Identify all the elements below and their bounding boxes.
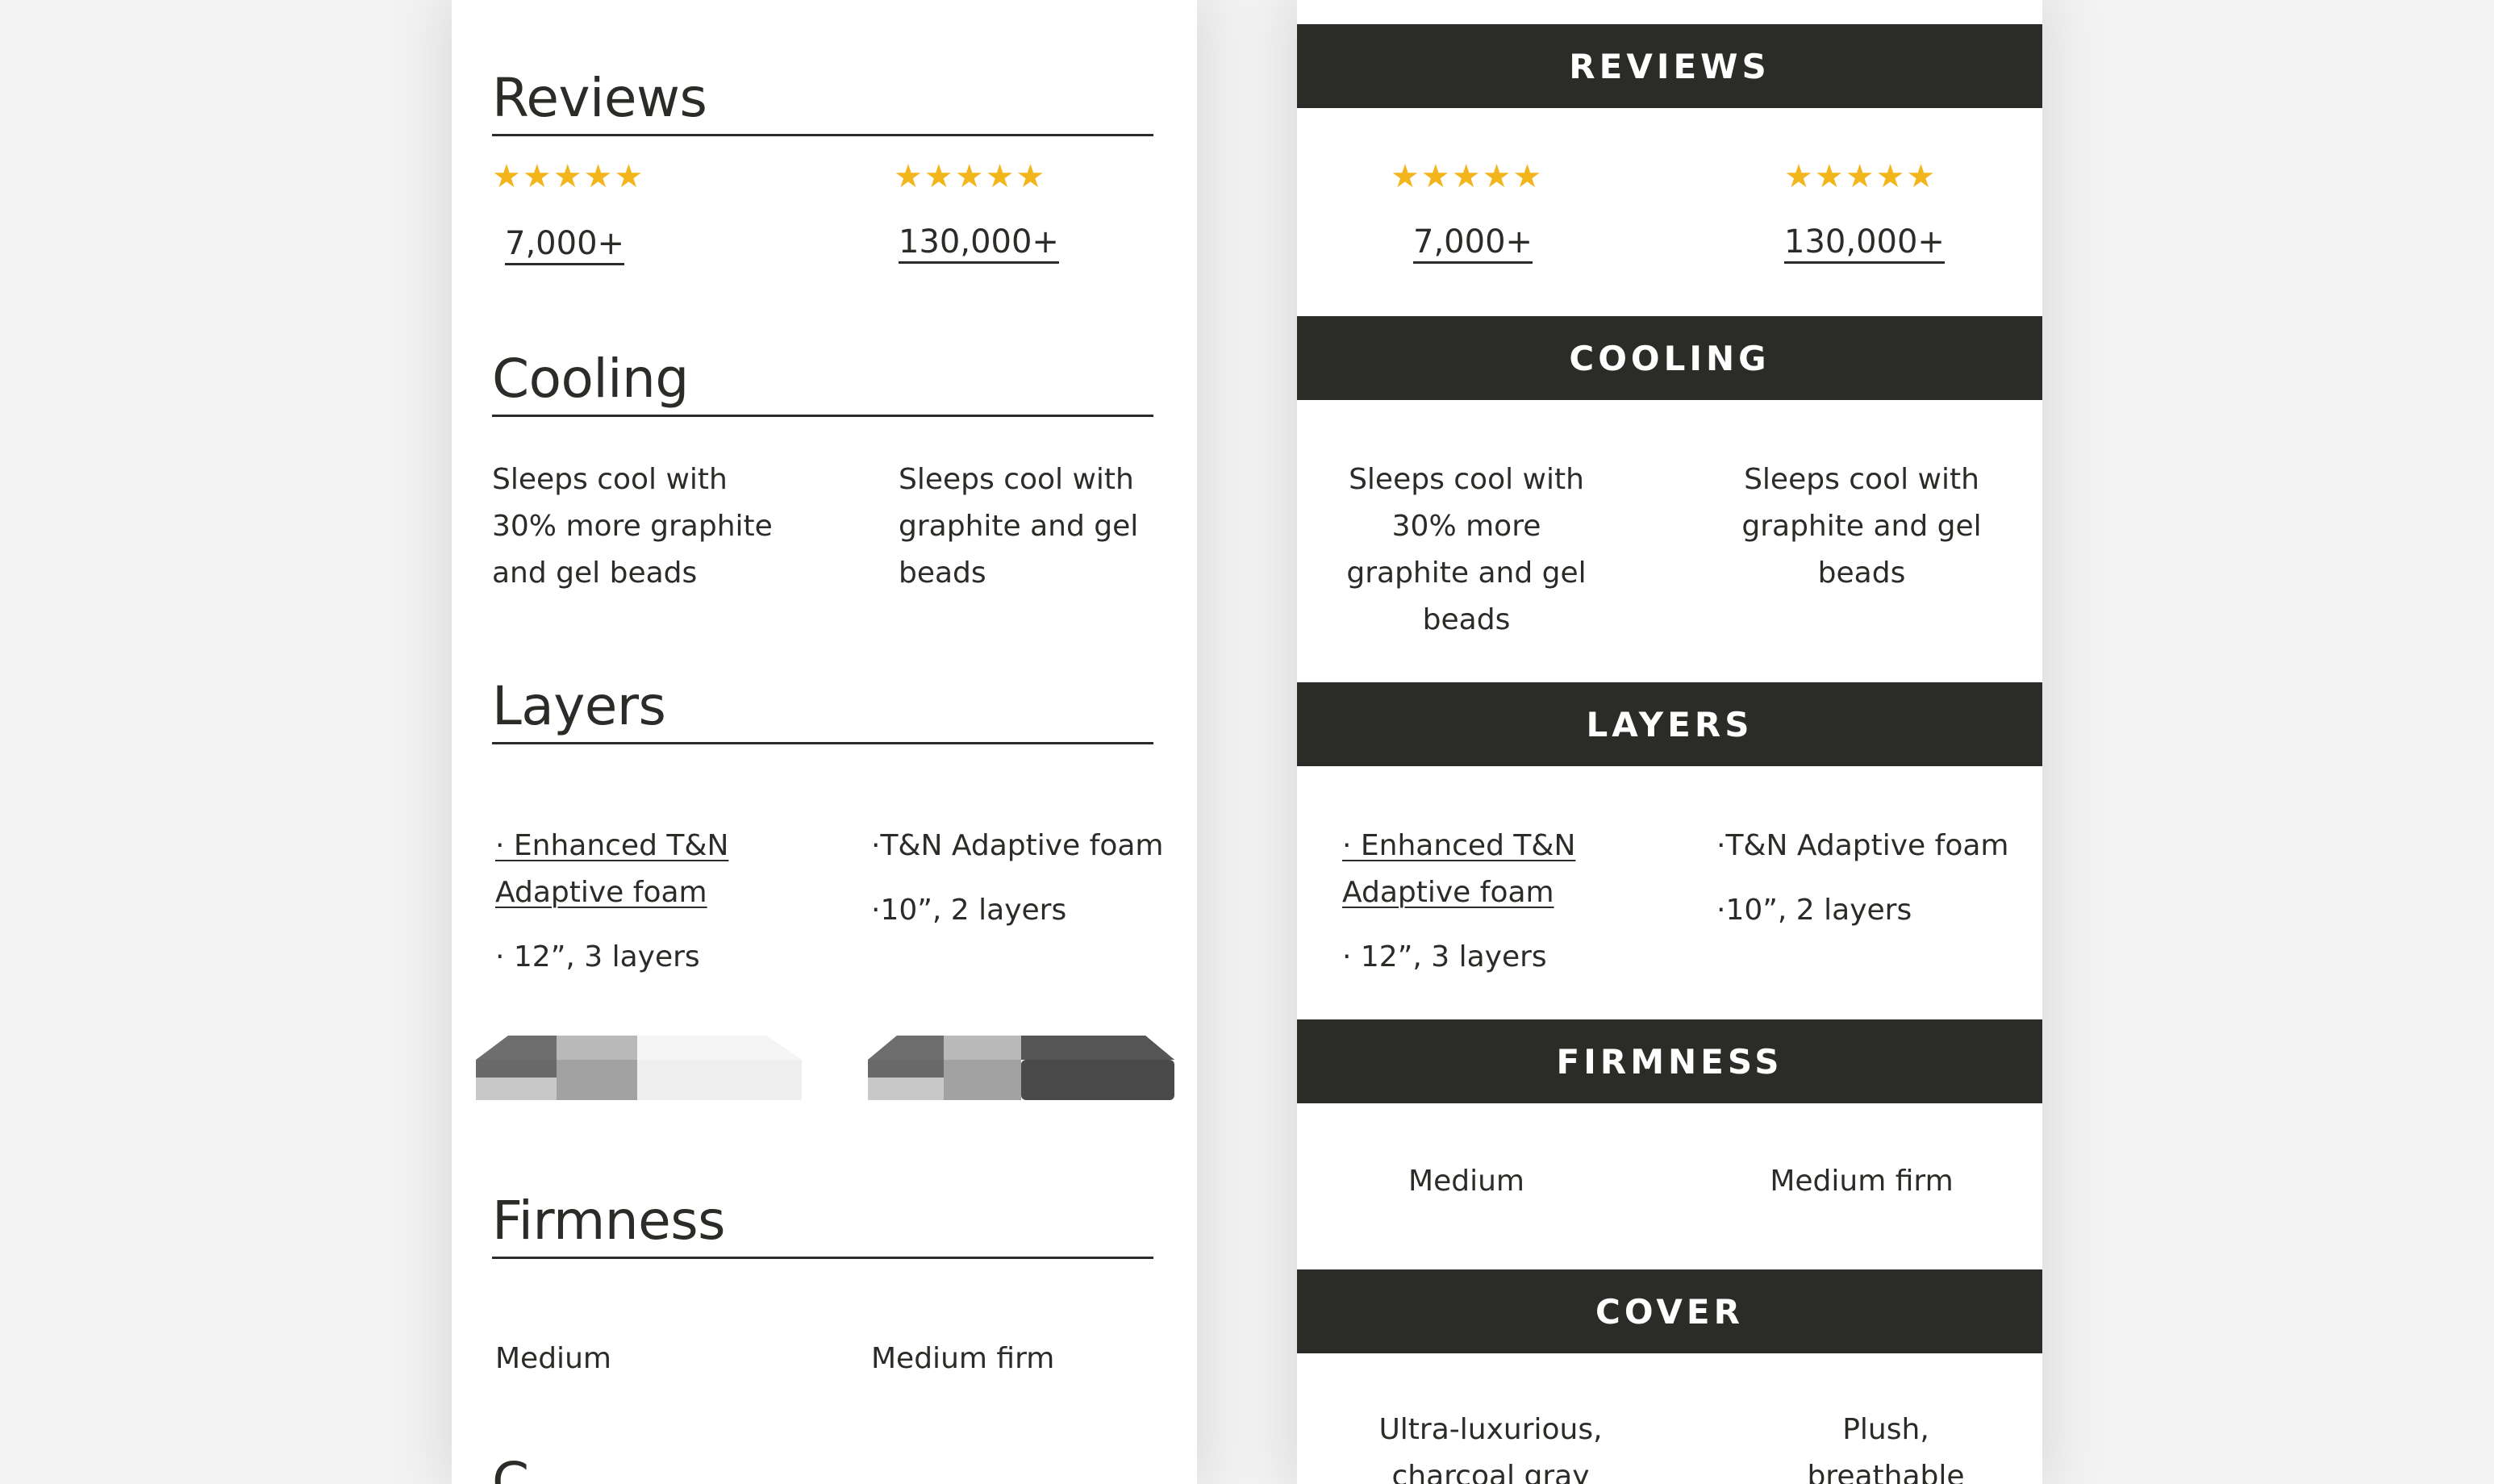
text-line: Sleeps cool with bbox=[899, 463, 1134, 496]
cooling-description: Sleeps cool with graphite and gel beads bbox=[1725, 456, 1999, 597]
cooling-description: Sleeps cool with 30% more graphite and g… bbox=[492, 456, 773, 597]
text-line: Sleeps cool with bbox=[1744, 463, 1979, 496]
review-count-link[interactable]: 7,000+ bbox=[1413, 223, 1533, 264]
cooling-header-bar: COOLING bbox=[1297, 316, 2042, 400]
layers-detail: · 12”, 3 layers bbox=[1342, 940, 1547, 973]
layers-link[interactable]: · Enhanced T&N Adaptive foam bbox=[1342, 823, 1575, 916]
layers-detail: · 12”, 3 layers bbox=[495, 940, 700, 973]
firmness-heading: Firmness bbox=[492, 1190, 1153, 1259]
text-line: beads bbox=[899, 556, 986, 590]
layers-header-bar: LAYERS bbox=[1297, 682, 2042, 766]
text-line: beads bbox=[1422, 603, 1511, 636]
firmness-value: Medium bbox=[1408, 1165, 1524, 1198]
text-line: graphite and gel bbox=[899, 510, 1139, 543]
text-line: Sleeps cool with bbox=[492, 463, 728, 496]
layers-link[interactable]: · Enhanced T&N Adaptive foam bbox=[495, 823, 728, 916]
text-line[interactable]: · Enhanced T&N bbox=[495, 823, 728, 869]
text-line: 30% more bbox=[1391, 510, 1541, 543]
firmness-value: Medium firm bbox=[1770, 1165, 1954, 1198]
cooling-heading: Cooling bbox=[492, 348, 1153, 417]
text-line: Sleeps cool with bbox=[1349, 463, 1584, 496]
cover-heading-partial: C bbox=[492, 1451, 529, 1484]
firmness-value: Medium firm bbox=[871, 1342, 1055, 1375]
text-line: Plush, bbox=[1842, 1413, 1929, 1446]
cooling-description: Sleeps cool with graphite and gel beads bbox=[899, 456, 1138, 597]
reviews-header-bar: REVIEWS bbox=[1297, 24, 2042, 108]
layers-line: ·10”, 2 layers bbox=[1716, 894, 1912, 927]
text-line: graphite and gel bbox=[1741, 510, 1982, 543]
cover-description: Ultra-luxurious, charcoal gray bbox=[1345, 1407, 1636, 1484]
layers-heading: Layers bbox=[492, 676, 1153, 744]
text-line: Ultra-luxurious, bbox=[1378, 1413, 1603, 1446]
layers-line: ·T&N Adaptive foam bbox=[1716, 829, 2009, 862]
cooling-description: Sleeps cool with 30% more graphite and g… bbox=[1329, 456, 1604, 644]
text-line: charcoal gray bbox=[1391, 1460, 1590, 1484]
text-line[interactable]: · Enhanced T&N bbox=[1342, 823, 1575, 869]
cover-description: Plush, breathable bbox=[1765, 1407, 2007, 1484]
review-count-link[interactable]: 130,000+ bbox=[1784, 223, 1945, 264]
text-line[interactable]: Adaptive foam bbox=[1342, 869, 1575, 916]
review-count-link[interactable]: 130,000+ bbox=[899, 223, 1059, 264]
layers-line: ·10”, 2 layers bbox=[871, 894, 1067, 927]
star-rating-icon: ★★★★★ bbox=[894, 158, 1047, 195]
text-line: and gel beads bbox=[492, 556, 698, 590]
mattress-3-layer-image bbox=[476, 1036, 802, 1100]
cover-header-bar: COVER bbox=[1297, 1269, 2042, 1353]
text-line: 30% more graphite bbox=[492, 510, 773, 543]
comparison-list-view: Reviews ★★★★★ 7,000+ ★★★★★ 130,000+ Cool… bbox=[452, 0, 1197, 1484]
firmness-header-bar: FIRMNESS bbox=[1297, 1019, 2042, 1103]
review-count-link[interactable]: 7,000+ bbox=[505, 224, 625, 265]
firmness-value: Medium bbox=[495, 1342, 611, 1375]
text-line: beads bbox=[1817, 556, 1906, 590]
text-line[interactable]: Adaptive foam bbox=[495, 869, 728, 916]
comparison-table-view: REVIEWS ★★★★★ 7,000+ ★★★★★ 130,000+ COOL… bbox=[1297, 0, 2042, 1484]
layers-line: ·T&N Adaptive foam bbox=[871, 829, 1164, 862]
reviews-heading: Reviews bbox=[492, 68, 1153, 136]
text-line: graphite and gel bbox=[1346, 556, 1587, 590]
mattress-2-layer-image bbox=[868, 1036, 1174, 1100]
star-rating-icon: ★★★★★ bbox=[1784, 158, 1937, 195]
text-line: breathable bbox=[1807, 1460, 1965, 1484]
star-rating-icon: ★★★★★ bbox=[1391, 158, 1544, 195]
star-rating-icon: ★★★★★ bbox=[492, 158, 645, 195]
